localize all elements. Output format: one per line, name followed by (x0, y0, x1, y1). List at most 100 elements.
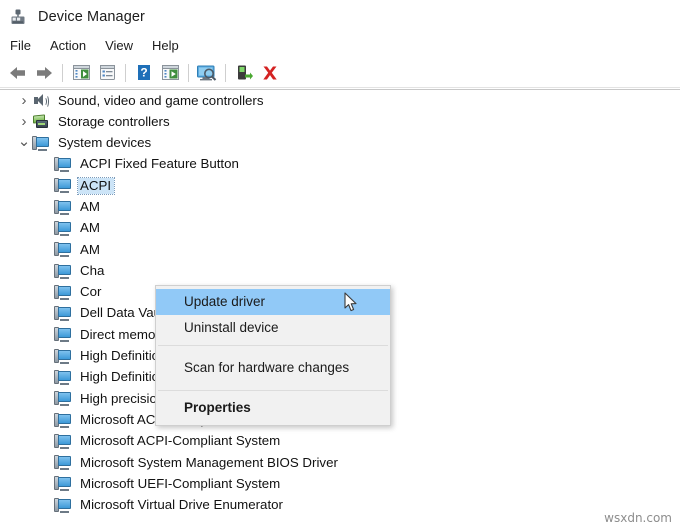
tree-row-label: AM (80, 198, 100, 214)
properties-button[interactable] (94, 61, 120, 85)
computer-icon (54, 327, 71, 343)
chevron-none (38, 327, 54, 343)
context-menu-item-update-driver[interactable]: Update driver (156, 289, 390, 315)
tree-row-label: System devices (58, 135, 152, 151)
red-x-icon (263, 66, 277, 79)
tree-row-label: ACPI Fixed Feature Button (80, 156, 239, 172)
tree-row[interactable]: AM (0, 218, 680, 239)
tree-row-label: AM (80, 241, 100, 257)
computer-icon (54, 412, 71, 428)
tree-row[interactable]: AM (0, 196, 680, 217)
toolbar-separator-4 (225, 63, 226, 82)
menu-action[interactable]: Action (50, 36, 96, 55)
context-menu-separator-2 (158, 390, 388, 391)
scan-for-hardware-changes-button[interactable] (194, 61, 220, 85)
tree-row-label: Cor (80, 284, 102, 300)
computer-icon (54, 263, 71, 279)
tree-row[interactable]: Microsoft System Management BIOS Driver (0, 452, 680, 473)
computer-icon (54, 391, 71, 407)
tree-row-label: AM (80, 220, 100, 236)
disable-device-icon (237, 65, 253, 79)
left-arrow-icon (10, 66, 25, 79)
computer-icon (54, 178, 71, 194)
context-menu-item-properties[interactable]: Properties (156, 395, 390, 421)
tree-row[interactable]: ACPI Fixed Feature Button (0, 154, 680, 175)
chevron-none (38, 370, 54, 386)
computer-icon (54, 157, 71, 173)
tree-row[interactable]: Cha (0, 260, 680, 281)
tree-row-label: Microsoft Virtual Drive Enumerator (80, 497, 283, 513)
toolbar-separator-1 (62, 63, 63, 82)
console-tree-icon (72, 65, 90, 80)
update-driver-icon (161, 65, 179, 80)
chevron-none (38, 433, 54, 449)
update-driver-button[interactable] (157, 61, 183, 85)
chevron-none (38, 242, 54, 258)
context-menu[interactable]: Update driver Uninstall device Scan for … (155, 285, 391, 426)
computer-icon (54, 370, 71, 385)
tree-row-label: Storage controllers (58, 113, 170, 129)
chevron-none (38, 455, 54, 471)
disable-device-button[interactable] (231, 61, 257, 85)
device-manager-icon (9, 8, 27, 26)
tree-row[interactable]: ⌄ System devices (0, 133, 680, 154)
tree-row-label: Cha (80, 262, 105, 278)
tree-row[interactable]: › Sound, video and game controllers (0, 90, 680, 111)
window-title: Device Manager (38, 8, 145, 25)
computer-icon (54, 455, 71, 471)
tree-row[interactable]: Microsoft ACPI-Compliant System (0, 431, 680, 452)
tree-row-label: Sound, video and game controllers (58, 92, 264, 108)
toolbar-separator-2 (125, 63, 126, 82)
title-bar: Device Manager (0, 0, 680, 33)
tree-row-label: Microsoft System Management BIOS Driver (80, 454, 338, 470)
chevron-right-icon[interactable]: › (16, 92, 32, 109)
computer-icon (54, 497, 71, 513)
chevron-none (38, 476, 54, 492)
chevron-none (38, 178, 54, 194)
chevron-none (38, 157, 54, 173)
watermark: wsxdn.com (604, 511, 672, 525)
help-question-icon: ? (138, 65, 150, 80)
chevron-none (38, 391, 54, 407)
computer-icon (32, 135, 49, 151)
properties-icon (99, 65, 115, 80)
speaker-icon (32, 93, 49, 109)
menu-file[interactable]: File (10, 36, 41, 55)
chevron-down-icon[interactable]: ⌄ (16, 133, 32, 150)
help-button[interactable]: ? (131, 61, 157, 85)
chevron-none (38, 284, 54, 300)
toolbar-separator-3 (188, 63, 189, 82)
chevron-none (38, 263, 54, 279)
computer-icon (54, 433, 71, 449)
menu-help[interactable]: Help (152, 36, 189, 55)
menu-view[interactable]: View (105, 36, 143, 55)
tree-row-label: ACPI (76, 176, 116, 196)
device-tree[interactable]: › Sound, video and game controllers › Stora… (0, 89, 680, 530)
computer-icon (54, 199, 71, 215)
computer-icon (54, 220, 71, 236)
menu-bar: File Action View Help (0, 33, 680, 58)
tree-row-label: Microsoft UEFI-Compliant System (80, 475, 281, 491)
tree-row[interactable]: ACPI (0, 175, 680, 196)
computer-icon (54, 348, 71, 364)
tree-row[interactable]: › Storage controllers (0, 111, 680, 132)
computer-icon (54, 306, 71, 322)
chevron-none (38, 306, 54, 322)
tree-row[interactable]: Microsoft Virtual Drive Enumerator (0, 495, 680, 516)
chevron-right-icon[interactable]: › (16, 113, 32, 130)
tree-row[interactable]: AM (0, 239, 680, 260)
tree-row[interactable]: Microsoft UEFI-Compliant System (0, 473, 680, 494)
computer-icon (54, 476, 71, 492)
computer-icon (54, 284, 71, 300)
chevron-none (38, 412, 54, 428)
back-button[interactable] (5, 61, 31, 85)
context-menu-item-scan-for-hardware-changes[interactable]: Scan for hardware changes (156, 355, 390, 381)
storage-icon (32, 114, 49, 129)
show-hide-console-tree-button[interactable] (68, 61, 94, 85)
right-arrow-icon (37, 66, 52, 79)
forward-button[interactable] (31, 61, 57, 85)
context-menu-item-uninstall-device[interactable]: Uninstall device (156, 315, 390, 341)
chevron-none (38, 348, 54, 364)
svg-text:?: ? (140, 66, 147, 80)
uninstall-device-button[interactable] (257, 61, 283, 85)
